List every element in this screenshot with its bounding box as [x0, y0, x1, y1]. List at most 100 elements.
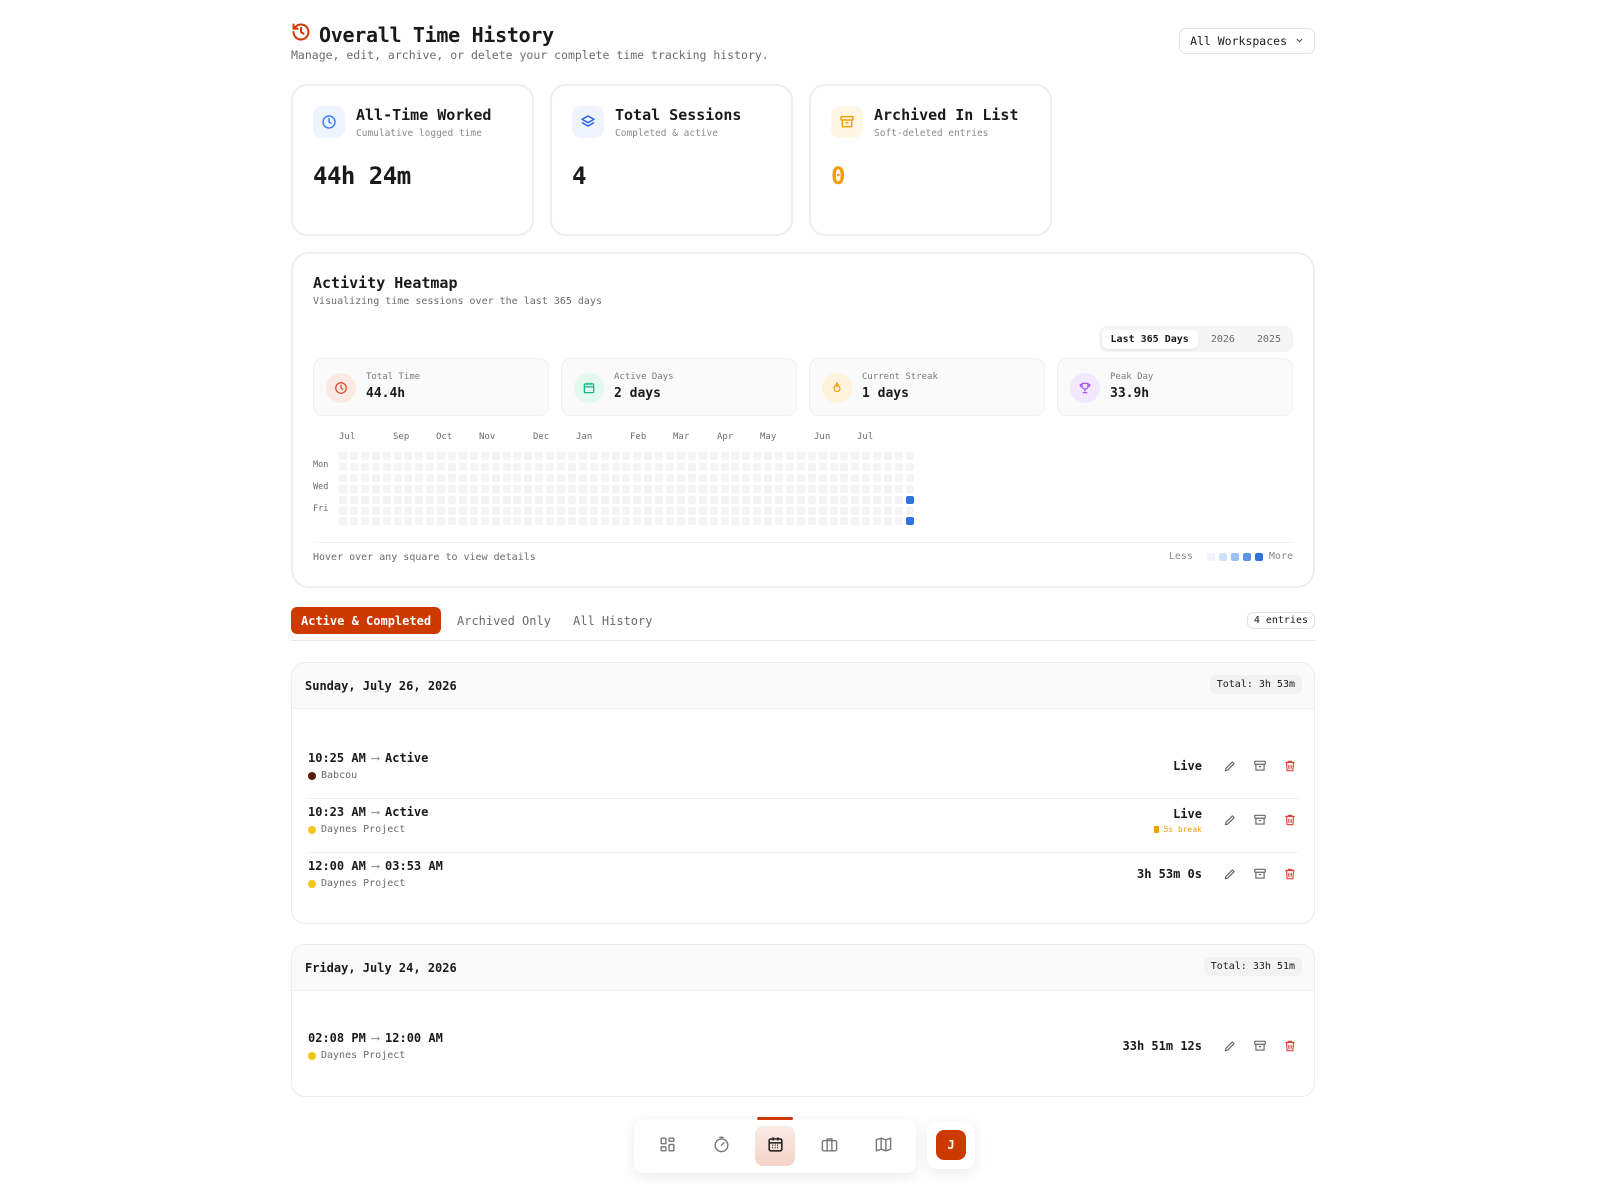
archive-icon[interactable]	[1252, 758, 1268, 774]
heatmap-cell[interactable]	[655, 484, 664, 493]
heatmap-cell[interactable]	[578, 484, 587, 493]
heatmap-cell[interactable]	[851, 506, 860, 515]
heatmap-cell[interactable]	[513, 452, 522, 460]
nav-workspaces[interactable]	[809, 1126, 849, 1166]
heatmap-cell[interactable]	[567, 452, 576, 460]
heatmap-cell[interactable]	[851, 462, 860, 471]
heatmap-cell[interactable]	[415, 506, 424, 515]
heatmap-cell[interactable]	[666, 462, 674, 471]
heatmap-cell[interactable]	[622, 462, 631, 471]
heatmap-cell[interactable]	[884, 495, 892, 504]
heatmap-cell[interactable]	[546, 473, 555, 482]
heatmap-cell[interactable]	[818, 506, 827, 515]
heatmap-cell[interactable]	[687, 473, 696, 482]
time-entry-row[interactable]: 10:23 AM ⟶ Active Daynes Project Live 5s…	[308, 799, 1298, 853]
heatmap-cell[interactable]	[502, 473, 511, 482]
heatmap-cell[interactable]	[360, 462, 369, 471]
heatmap-cell[interactable]	[371, 517, 380, 526]
heatmap-cell[interactable]	[535, 517, 544, 526]
nav-timer[interactable]	[701, 1126, 741, 1166]
heatmap-cell[interactable]	[415, 484, 424, 493]
trash-icon[interactable]	[1282, 866, 1298, 882]
heatmap-cell[interactable]	[469, 484, 478, 493]
heatmap-cell[interactable]	[371, 495, 380, 504]
heatmap-cell[interactable]	[360, 484, 369, 493]
heatmap-cell[interactable]	[502, 495, 511, 504]
heatmap-cell[interactable]	[480, 462, 489, 471]
heatmap-cell[interactable]	[589, 495, 598, 504]
heatmap-cell[interactable]	[884, 506, 892, 515]
heatmap-cell[interactable]	[862, 495, 871, 504]
heatmap-cell[interactable]	[524, 452, 533, 460]
heatmap-cell[interactable]	[655, 473, 664, 482]
heatmap-cell[interactable]	[371, 506, 380, 515]
heatmap-cell[interactable]	[742, 473, 751, 482]
nav-map[interactable]	[863, 1126, 903, 1166]
heatmap-cell[interactable]	[720, 517, 729, 526]
heatmap-cell[interactable]	[633, 517, 642, 526]
heatmap-cell[interactable]	[709, 506, 718, 515]
heatmap-cell[interactable]	[546, 484, 555, 493]
heatmap-cell[interactable]	[687, 517, 696, 526]
heatmap-cell[interactable]	[415, 452, 424, 460]
heatmap-cell[interactable]	[611, 473, 620, 482]
heatmap-cell[interactable]	[349, 495, 358, 504]
heatmap-cell[interactable]	[622, 506, 631, 515]
heatmap-cell[interactable]	[742, 462, 751, 471]
heatmap-cell[interactable]	[796, 473, 805, 482]
heatmap-cell[interactable]	[339, 452, 347, 460]
heatmap-cell[interactable]	[785, 484, 794, 493]
nav-dashboard[interactable]	[647, 1126, 687, 1166]
heatmap-cell[interactable]	[524, 495, 533, 504]
heatmap-cell[interactable]	[796, 517, 805, 526]
heatmap-cell[interactable]	[513, 517, 522, 526]
heatmap-cell[interactable]	[742, 506, 751, 515]
heatmap-cell[interactable]	[360, 473, 369, 482]
workspace-select[interactable]: All Workspaces	[1179, 28, 1315, 54]
heatmap-cell[interactable]	[731, 495, 740, 504]
heatmap-cell[interactable]	[905, 452, 914, 460]
heatmap-cell[interactable]	[535, 452, 544, 460]
heatmap-cell[interactable]	[687, 462, 696, 471]
heatmap-cell[interactable]	[448, 506, 456, 515]
heatmap-cell[interactable]	[339, 484, 347, 493]
heatmap-cell[interactable]	[905, 484, 914, 493]
heatmap-cell[interactable]	[829, 462, 838, 471]
edit-icon[interactable]	[1222, 758, 1238, 774]
archive-icon[interactable]	[1252, 812, 1268, 828]
heatmap-cell[interactable]	[829, 484, 838, 493]
heatmap-cell[interactable]	[404, 484, 413, 493]
heatmap-cell[interactable]	[742, 484, 751, 493]
heatmap-cell[interactable]	[360, 452, 369, 460]
heatmap-cell[interactable]	[894, 517, 903, 526]
heatmap-cell[interactable]	[415, 517, 424, 526]
heatmap-cell[interactable]	[818, 473, 827, 482]
heatmap-cell[interactable]	[458, 506, 467, 515]
heatmap-cell[interactable]	[567, 506, 576, 515]
heatmap-cell[interactable]	[905, 506, 914, 515]
heatmap-cell[interactable]	[589, 517, 598, 526]
heatmap-cell[interactable]	[393, 452, 402, 460]
heatmap-cell[interactable]	[775, 517, 783, 526]
heatmap-cell[interactable]	[339, 495, 347, 504]
heatmap-cell[interactable]	[426, 495, 435, 504]
tab-archived-only[interactable]: Archived Only	[447, 607, 561, 634]
heatmap-cell[interactable]	[666, 473, 674, 482]
heatmap-cell[interactable]	[905, 462, 914, 471]
avatar[interactable]: J	[936, 1130, 966, 1160]
heatmap-cell[interactable]	[644, 452, 653, 460]
heatmap-cell[interactable]	[742, 452, 751, 460]
heatmap-cell[interactable]	[404, 517, 413, 526]
heatmap-cell[interactable]	[524, 462, 533, 471]
heatmap-cell[interactable]	[862, 462, 871, 471]
heatmap-cell[interactable]	[469, 473, 478, 482]
heatmap-cell[interactable]	[491, 484, 500, 493]
trash-icon[interactable]	[1282, 758, 1298, 774]
heatmap-cell[interactable]	[611, 452, 620, 460]
heatmap-cell[interactable]	[851, 495, 860, 504]
heatmap-cell[interactable]	[676, 462, 685, 471]
heatmap-cell[interactable]	[426, 462, 435, 471]
heatmap-cell[interactable]	[676, 473, 685, 482]
heatmap-cell[interactable]	[339, 517, 347, 526]
heatmap-cell[interactable]	[894, 452, 903, 460]
